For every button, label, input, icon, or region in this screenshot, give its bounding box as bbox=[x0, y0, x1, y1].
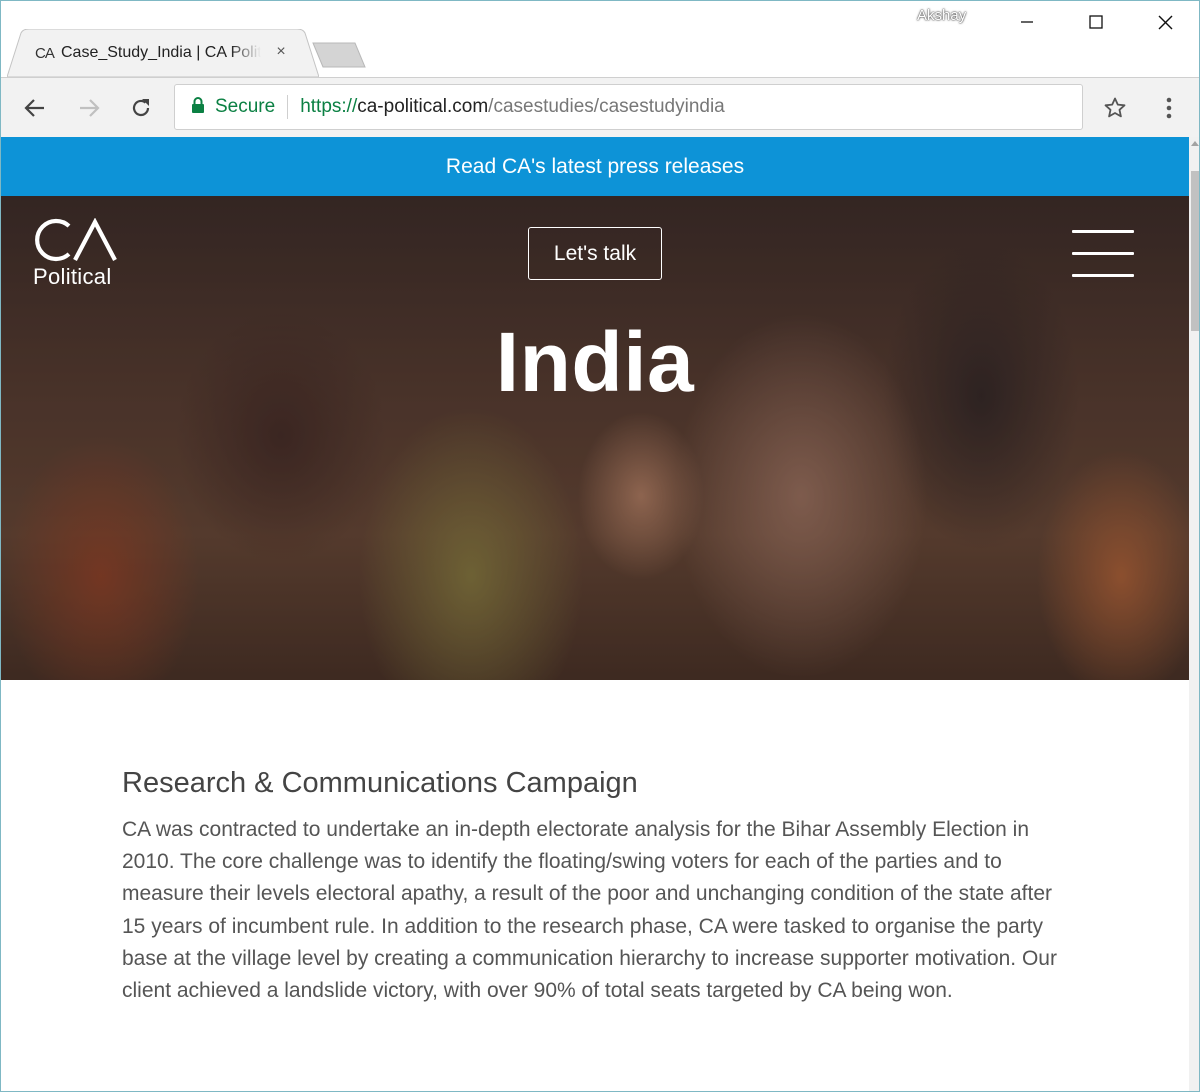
title-bar: CA Case_Study_India | CA Political × Aks… bbox=[1, 1, 1199, 77]
browser-toolbar: Secure https://ca-political.com/casestud… bbox=[1, 77, 1199, 137]
page-title: India bbox=[495, 315, 695, 409]
lets-talk-button[interactable]: Let's talk bbox=[528, 227, 662, 280]
browser-window: CA Case_Study_India | CA Political × Aks… bbox=[0, 0, 1200, 1092]
url-scheme: https:// bbox=[300, 96, 358, 117]
press-release-link[interactable]: Read CA's latest press releases bbox=[446, 155, 744, 179]
address-bar[interactable]: Secure https://ca-political.com/casestud… bbox=[174, 84, 1083, 130]
more-vert-icon[interactable] bbox=[1153, 92, 1185, 124]
new-tab-button[interactable] bbox=[311, 41, 367, 69]
section-body: CA was contracted to undertake an in-dep… bbox=[122, 818, 1057, 1003]
star-icon[interactable] bbox=[1099, 92, 1131, 124]
ca-logo-mark bbox=[35, 218, 117, 262]
secure-label: Secure bbox=[215, 96, 276, 117]
back-arrow-icon[interactable] bbox=[19, 92, 51, 124]
page-viewport: Read CA's latest press releases Politica… bbox=[1, 137, 1189, 1091]
tab-title: Case_Study_India | CA Political bbox=[61, 44, 261, 61]
reload-icon[interactable] bbox=[125, 92, 157, 124]
vertical-scrollbar[interactable] bbox=[1189, 137, 1199, 1091]
minimize-icon[interactable] bbox=[1012, 9, 1042, 35]
forward-arrow-icon[interactable] bbox=[73, 92, 105, 124]
omnibox-separator bbox=[287, 95, 289, 119]
case-study-content: Research & Communications Campaign CA wa… bbox=[122, 767, 1072, 1007]
close-icon[interactable] bbox=[1150, 9, 1180, 35]
lock-icon bbox=[191, 96, 205, 118]
tab-close-icon[interactable]: × bbox=[271, 42, 291, 62]
maximize-icon[interactable] bbox=[1081, 9, 1111, 35]
url-path: /casestudies/casestudyindia bbox=[488, 96, 725, 117]
url-host: ca-political.com bbox=[357, 96, 489, 117]
scroll-thumb[interactable] bbox=[1191, 171, 1199, 331]
url-text[interactable]: https://ca-political.com/casestudies/cas… bbox=[300, 96, 725, 118]
tab-content: CA Case_Study_India | CA Political bbox=[35, 41, 261, 65]
scroll-up-icon[interactable] bbox=[1191, 141, 1199, 146]
hamburger-menu-icon[interactable] bbox=[1072, 230, 1134, 278]
profile-user-name[interactable]: Akshay bbox=[917, 7, 966, 24]
hero-section: Political Let's talk India bbox=[1, 196, 1189, 680]
tab-favicon-icon: CA bbox=[35, 44, 55, 62]
logo-text: Political bbox=[33, 264, 112, 289]
press-release-banner: Read CA's latest press releases bbox=[1, 137, 1189, 196]
security-indicator[interactable]: Secure bbox=[175, 85, 275, 129]
section-heading: Research & Communications Campaign bbox=[122, 767, 638, 799]
ca-political-logo[interactable]: Political bbox=[33, 218, 123, 290]
